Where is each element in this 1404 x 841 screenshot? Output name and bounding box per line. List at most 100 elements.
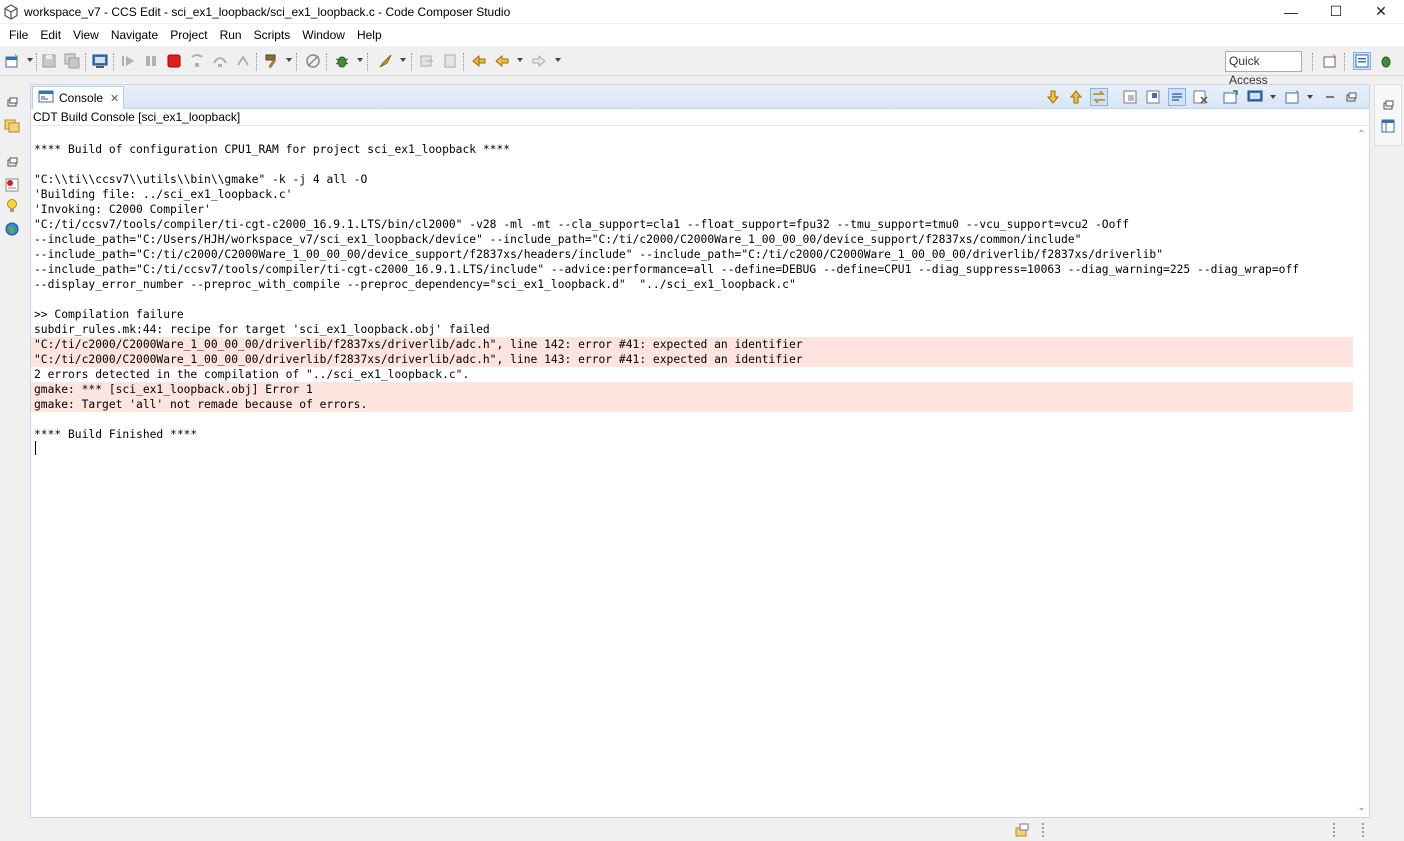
toolbar-separator [326,53,327,71]
toolbar-separator [463,53,464,71]
debug-bug-icon[interactable] [334,53,350,69]
forward-icon[interactable] [531,53,547,69]
restore-icon[interactable] [1380,97,1396,113]
step-into-icon[interactable] [189,53,205,69]
back-icon[interactable] [494,53,510,69]
forward-dropdown-icon[interactable] [555,58,561,62]
clear-console-icon[interactable] [1192,89,1208,105]
console-line: --include_path="C:/Users/HJH/workspace_v… [34,233,1082,246]
app-center-globe-icon[interactable] [4,221,20,237]
toolbar-separator [113,53,114,71]
menu-run[interactable]: Run [214,24,248,46]
tab-console[interactable]: Console ✕ [32,86,124,109]
vertical-scrollbar[interactable]: ⌃ ⌄ [1354,127,1369,817]
menu-window[interactable]: Window [296,24,351,46]
word-wrap-icon[interactable] [1168,88,1186,106]
minimize-button[interactable]: — [1268,0,1314,23]
menu-view[interactable]: View [67,24,105,46]
restore-icon[interactable] [4,94,20,110]
toolbar-separator [367,53,368,71]
new-dropdown-icon[interactable] [27,58,33,62]
ccs-debug-perspective-icon[interactable] [1378,53,1394,69]
open-console-dropdown-icon[interactable] [1307,95,1313,99]
console-output[interactable]: **** Build of configuration CPU1_RAM for… [31,127,1353,817]
console-name: CDT Build Console [sci_ex1_loopback] [31,109,1369,126]
connection-status-icon[interactable] [1014,822,1030,838]
console-line: **** Build Finished **** [34,428,198,441]
toolbar-separator [1312,53,1313,71]
flash-dropdown-icon[interactable] [400,58,406,62]
open-perspective-icon[interactable] [1322,53,1338,69]
console-error-line: gmake: *** [sci_ex1_loopback.obj] Error … [31,382,1353,397]
menu-file[interactable]: File [3,24,34,46]
console-line: --include_path="C:/ti/ccsv7/tools/compil… [34,263,1300,276]
terminal-icon[interactable] [92,53,108,69]
build-hammer-icon[interactable] [264,53,280,69]
scroll-lock-down-icon[interactable] [1045,89,1061,105]
menu-edit[interactable]: Edit [34,24,67,46]
console-line: **** Build of configuration CPU1_RAM for… [34,143,511,156]
menu-bar: File Edit View Navigate Project Run Scri… [0,24,1404,46]
display-console-icon[interactable] [1247,89,1263,105]
terminate-icon[interactable] [166,53,182,69]
console-line: "C:\\ti\\ccsv7\\utils\\bin\\gmake" -k -j… [34,173,368,186]
new-icon[interactable] [4,53,20,69]
link-with-editor-icon[interactable] [1090,88,1108,106]
project-explorer-icon[interactable] [4,117,20,133]
advice-lightbulb-icon[interactable] [4,198,20,214]
console-line: >> Compilation failure [34,308,184,321]
ccs-app-icon [3,3,19,20]
toolbar-separator [296,53,297,71]
resume-icon[interactable] [120,53,136,69]
main-toolbar [0,48,1404,76]
suspend-icon[interactable] [143,53,159,69]
save-icon[interactable] [41,53,57,69]
title-bar: workspace_v7 - CCS Edit - sci_ex1_loopba… [0,0,1404,23]
ccs-edit-perspective-icon[interactable] [1353,52,1371,70]
back-dropdown-icon[interactable] [517,58,523,62]
close-icon[interactable]: ✕ [110,92,119,105]
toolbar-separator [1344,53,1345,71]
quick-access-input[interactable]: Quick Access [1225,51,1302,87]
console-error-line: "C:/ti/c2000/C2000Ware_1_00_00_00/driver… [31,337,1353,352]
close-button[interactable]: ✕ [1358,0,1404,23]
next-annotation-icon[interactable] [442,53,458,69]
prev-annotation-icon[interactable] [419,53,435,69]
display-console-dropdown-icon[interactable] [1270,95,1276,99]
pin-console-icon[interactable] [1145,89,1161,105]
left-trim-bar [0,84,24,264]
right-trim-bar [1374,84,1402,146]
scroll-up-icon[interactable] [1068,89,1084,105]
console-tab-label: Console [59,91,104,105]
scroll-down-arrow-icon[interactable]: ⌄ [1357,803,1366,813]
scroll-up-arrow-icon[interactable]: ⌃ [1357,130,1366,140]
maximize-button[interactable]: ☐ [1313,0,1359,23]
menu-help[interactable]: Help [351,24,388,46]
debug-dropdown-icon[interactable] [357,58,363,62]
open-console-icon[interactable] [1285,89,1301,105]
window-title: workspace_v7 - CCS Edit - sci_ex1_loopba… [24,4,511,19]
minimize-view-icon[interactable] [1322,89,1338,105]
scroll-lock-icon[interactable] [1122,89,1138,105]
problems-icon[interactable] [4,177,20,193]
restore-icon[interactable] [4,154,20,170]
maximize-view-icon[interactable] [1343,89,1359,105]
step-return-icon[interactable] [235,53,251,69]
skip-breakpoints-icon[interactable] [305,53,321,69]
menu-scripts[interactable]: Scripts [248,24,297,46]
status-bar [0,820,1404,840]
save-all-icon[interactable] [64,53,80,69]
flash-icon[interactable] [377,53,393,69]
toolbar-separator [411,53,412,71]
menu-project[interactable]: Project [164,24,213,46]
step-over-icon[interactable] [212,53,228,69]
last-edit-icon[interactable] [470,53,486,69]
outline-icon[interactable] [1380,118,1396,134]
build-dropdown-icon[interactable] [286,58,292,62]
menu-navigate[interactable]: Navigate [105,24,164,46]
new-console-icon[interactable] [1223,89,1239,105]
